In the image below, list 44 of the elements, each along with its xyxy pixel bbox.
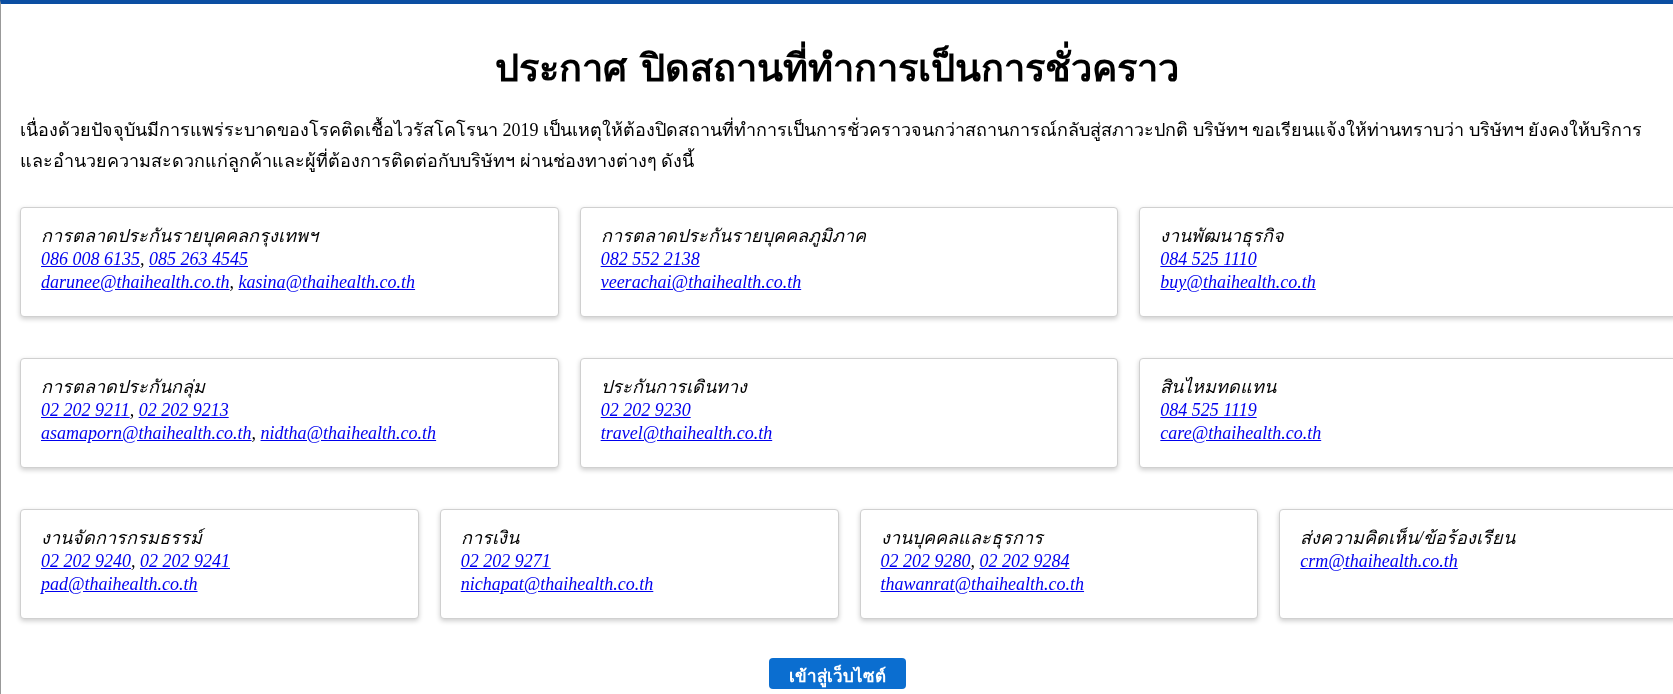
phone-link[interactable]: 02 202 9240 [41, 551, 131, 571]
email-link[interactable]: crm@thaihealth.co.th [1300, 551, 1458, 571]
department-name: การตลาดประกันรายบุคคลภูมิภาค [600, 225, 867, 248]
phone-link[interactable]: 02 202 9241 [140, 551, 230, 571]
department-name: สินไหมทดแทน [1160, 376, 1278, 399]
email-link[interactable]: buy@thaihealth.co.th [1160, 272, 1316, 292]
phone-link[interactable]: 02 202 9211 [41, 400, 130, 420]
email-link[interactable]: thawanrat@thaihealth.co.th [880, 574, 1085, 594]
email-link[interactable]: kasina@thaihealth.co.th [238, 272, 416, 292]
phone-link[interactable]: 02 202 9271 [460, 551, 551, 571]
email-link[interactable]: nidtha@thaihealth.co.th [260, 423, 437, 443]
email-link[interactable]: veerachai@thaihealth.co.th [600, 272, 802, 292]
email-link[interactable]: care@thaihealth.co.th [1160, 423, 1322, 443]
phone-link[interactable]: 086 008 6135 [41, 249, 140, 269]
department-name: การตลาดประกันรายบุคคลกรุงเทพฯ [41, 225, 321, 248]
phone-link[interactable]: 02 202 9280 [880, 551, 971, 571]
phone-link[interactable]: 02 202 9213 [138, 400, 229, 420]
separator: , [229, 272, 236, 292]
phone-link[interactable]: 02 202 9284 [979, 551, 1070, 571]
separator: , [970, 551, 976, 571]
department-name: การตลาดประกันกลุ่ม [41, 376, 207, 399]
department-name: ส่งความคิดเห็น/ข้อร้องเรียน [1300, 527, 1517, 550]
email-link[interactable]: pad@thaihealth.co.th [41, 574, 198, 594]
enter-website-button[interactable]: เข้าสู่เว็บไซต์ [768, 658, 906, 689]
department-name: งานบุคคลและธุรการ [880, 527, 1046, 550]
phone-link[interactable]: 084 525 1110 [1160, 249, 1257, 269]
email-link[interactable]: travel@thaihealth.co.th [600, 423, 773, 443]
email-link[interactable]: asamaporn@thaihealth.co.th [41, 423, 252, 443]
department-name: งานพัฒนาธุรกิจ [1160, 225, 1286, 248]
email-link[interactable]: nichapat@thaihealth.co.th [460, 574, 654, 594]
phone-link[interactable]: 082 552 2138 [600, 249, 700, 269]
department-name: ประกันการเดินทาง [600, 376, 749, 399]
department-name: งานจัดการกรมธรรม์ [41, 527, 398, 550]
phone-link[interactable]: 085 263 4545 [149, 249, 248, 269]
email-link[interactable]: darunee@thaihealth.co.th [41, 272, 230, 292]
separator: , [129, 400, 136, 420]
intro-paragraph: เนื่องด้วยปัจจุบันมีการแพร่ระบาดของโรคติดเชื้อไวรัสโคโรนา 2019 เป็นเหตุให้ต้องปิดสถานที่ทำการเป็นการชั่วคราวจนกว่าสถานการณ์กลับสู่สภาวะปกติ บริษัทฯ ขอเรียนแจ้งให้ท่านทราบว่า บริษัทฯ ยังคงให้บริการและอำนวยความสะดวกแก่ลูกค้าและผู้ที่ต้องการติดต่อกับบริษัทฯ ผ่านช่องทางต่างๆ ดังนี้ [20, 115, 1660, 177]
phone-link[interactable]: 02 202 9230 [600, 400, 691, 420]
separator: , [140, 249, 146, 269]
separator: , [251, 423, 258, 443]
phone-link[interactable]: 084 525 1119 [1160, 400, 1257, 420]
separator: , [131, 551, 137, 571]
page-title: ประกาศ ปิดสถานที่ทำการเป็นการชั่วคราว [1, 4, 1673, 97]
department-name: การเงิน [460, 527, 521, 550]
